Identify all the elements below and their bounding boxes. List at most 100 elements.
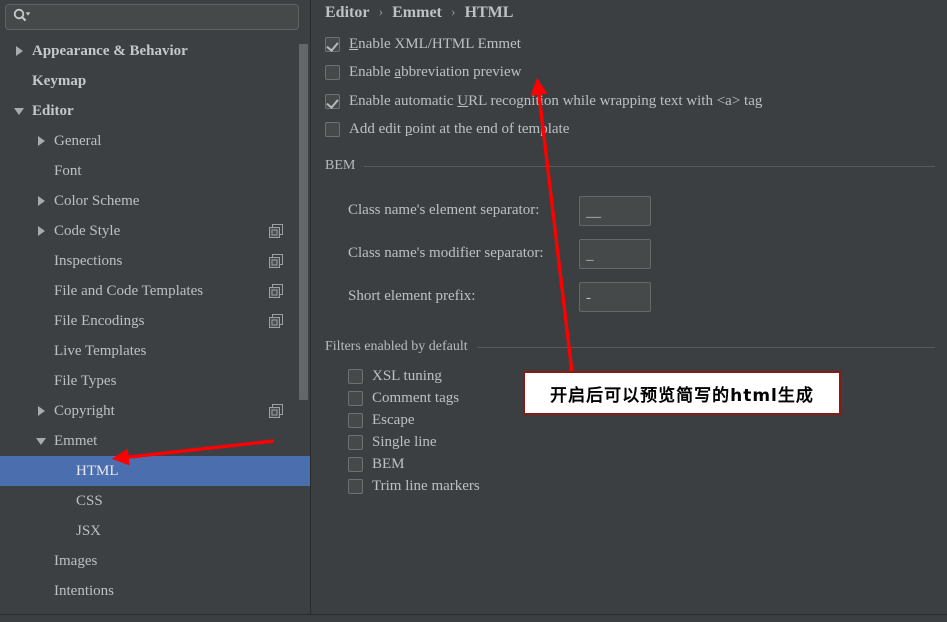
sidebar-item-file-and-code-templates[interactable]: File and Code Templates [0, 276, 310, 306]
bem-field-label: Short element prefix: [348, 288, 476, 304]
sidebar-item-images[interactable]: Images [0, 546, 310, 576]
option-checkbox-row-0[interactable]: Enable XML/HTML Emmet [325, 36, 521, 53]
copy-settings-icon[interactable] [269, 314, 283, 328]
sidebar-item-general[interactable]: General [0, 126, 310, 156]
sidebar-item-code-style[interactable]: Code Style [0, 216, 310, 246]
sidebar-item-copyright[interactable]: Copyright [0, 396, 310, 426]
chevron-right-icon[interactable] [36, 405, 49, 418]
settings-sidebar: Appearance & Behavior Keymap Editor General… [0, 0, 311, 614]
filter-row-xsl-tuning[interactable]: XSL tuning [348, 368, 442, 385]
chevron-right-icon[interactable] [14, 45, 27, 58]
annotation-callout-text: 开启后可以预览简写的html生成 [550, 385, 814, 406]
breadcrumb-crumb-editor[interactable]: Editor [325, 4, 369, 22]
copy-settings-icon[interactable] [269, 254, 283, 268]
search-icon [13, 8, 31, 27]
bem-field-label: Class name's element separator: [348, 202, 540, 218]
search-box[interactable] [5, 4, 299, 30]
filter-checkbox-2[interactable] [348, 413, 363, 428]
filter-row-trim-line-markers[interactable]: Trim line markers [348, 478, 480, 495]
filter-row-comment-tags[interactable]: Comment tags [348, 390, 459, 407]
checkbox-0-checked[interactable] [325, 37, 340, 52]
filter-label: Trim line markers [372, 478, 480, 494]
sidebar-item-label: Live Templates [54, 342, 147, 359]
filter-row-single-line[interactable]: Single line [348, 434, 437, 451]
bem-section-title: BEM [325, 158, 356, 173]
sidebar-item-inspections[interactable]: Inspections [0, 246, 310, 276]
filter-row-bem[interactable]: BEM [348, 456, 405, 473]
bem-field-input-wrapper-2[interactable] [579, 282, 651, 312]
sidebar-item-html[interactable]: HTML [0, 456, 310, 486]
bem-field-input[interactable] [586, 290, 644, 307]
window-bottom-edge [0, 614, 947, 622]
section-divider [476, 346, 935, 348]
checkbox-2-checked[interactable] [325, 94, 340, 109]
sidebar-item-css[interactable]: CSS [0, 486, 310, 516]
option-checkbox-row-2[interactable]: Enable automatic URL recognition while w… [325, 93, 762, 110]
sidebar-item-intentions[interactable]: Intentions [0, 576, 310, 606]
chevron-right-icon[interactable] [36, 195, 49, 208]
breadcrumb-crumb-emmet[interactable]: Emmet [392, 4, 442, 22]
sidebar-item-label: Copyright [54, 402, 115, 419]
filter-checkbox-4[interactable] [348, 457, 363, 472]
filter-label: Escape [372, 412, 415, 428]
chevron-right-icon[interactable] [36, 225, 49, 238]
sidebar-item-color-scheme[interactable]: Color Scheme [0, 186, 310, 216]
sidebar-item-label: File Encodings [54, 312, 145, 329]
option-checkbox-label: Enable XML/HTML Emmet [349, 36, 521, 52]
settings-tree[interactable]: Appearance & Behavior Keymap Editor General… [0, 36, 310, 614]
sidebar-item-emmet[interactable]: Emmet [0, 426, 310, 456]
sidebar-item-font[interactable]: Font [0, 156, 310, 186]
filter-checkbox-1[interactable] [348, 391, 363, 406]
sidebar-item-label: Intentions [54, 582, 114, 599]
chevron-down-icon[interactable] [14, 105, 27, 118]
checkbox-1-unchecked[interactable] [325, 65, 340, 80]
sidebar-item-label: Color Scheme [54, 192, 140, 209]
sidebar-item-file-types[interactable]: File Types [0, 366, 310, 396]
filter-label: Comment tags [372, 390, 460, 406]
sidebar-item-label: HTML [76, 462, 119, 479]
option-checkbox-row-1[interactable]: Enable abbreviation preview [325, 64, 521, 81]
copy-settings-icon[interactable] [269, 224, 283, 238]
bem-field-label-row-2: Short element prefix: [348, 288, 475, 305]
filter-checkbox-0[interactable] [348, 369, 363, 384]
option-checkbox-row-3[interactable]: Add edit point at the end of template [325, 121, 569, 138]
sidebar-item-label: File and Code Templates [54, 282, 204, 299]
breadcrumb-separator: › [450, 5, 456, 20]
chevron-right-icon[interactable] [36, 135, 49, 148]
filter-label: Single line [372, 434, 437, 450]
search-input[interactable] [31, 8, 298, 26]
copy-settings-icon[interactable] [269, 284, 283, 298]
filter-checkbox-5[interactable] [348, 479, 363, 494]
filter-checkbox-3[interactable] [348, 435, 363, 450]
sidebar-scrollbar[interactable] [299, 44, 308, 606]
sidebar-item-keymap[interactable]: Keymap [0, 66, 310, 96]
filter-row-escape[interactable]: Escape [348, 412, 414, 429]
settings-window: Appearance & Behavior Keymap Editor General… [0, 0, 947, 622]
bem-field-label: Class name's modifier separator: [348, 245, 544, 261]
chevron-down-icon[interactable] [36, 435, 49, 448]
bem-field-input-wrapper-1[interactable] [579, 239, 651, 269]
copy-settings-icon[interactable] [269, 404, 283, 418]
sidebar-item-appearance-behavior[interactable]: Appearance & Behavior [0, 36, 310, 66]
bem-field-input-wrapper-0[interactable] [579, 196, 651, 226]
bem-field-input[interactable] [586, 204, 644, 221]
sidebar-item-jsx[interactable]: JSX [0, 516, 310, 546]
sidebar-item-editor[interactable]: Editor [0, 96, 310, 126]
search-field-wrapper [5, 4, 299, 30]
option-checkbox-label: Enable automatic URL recognition while w… [349, 93, 763, 109]
checkbox-3-unchecked[interactable] [325, 122, 340, 137]
sidebar-scrollbar-thumb[interactable] [299, 44, 308, 400]
sidebar-item-label: Appearance & Behavior [32, 42, 188, 59]
bem-field-input[interactable] [586, 247, 644, 264]
breadcrumb-crumb-html[interactable]: HTML [465, 4, 514, 22]
bem-field-label-row-1: Class name's modifier separator: [348, 245, 544, 262]
sidebar-item-live-templates[interactable]: Live Templates [0, 336, 310, 366]
sidebar-item-file-encodings[interactable]: File Encodings [0, 306, 310, 336]
